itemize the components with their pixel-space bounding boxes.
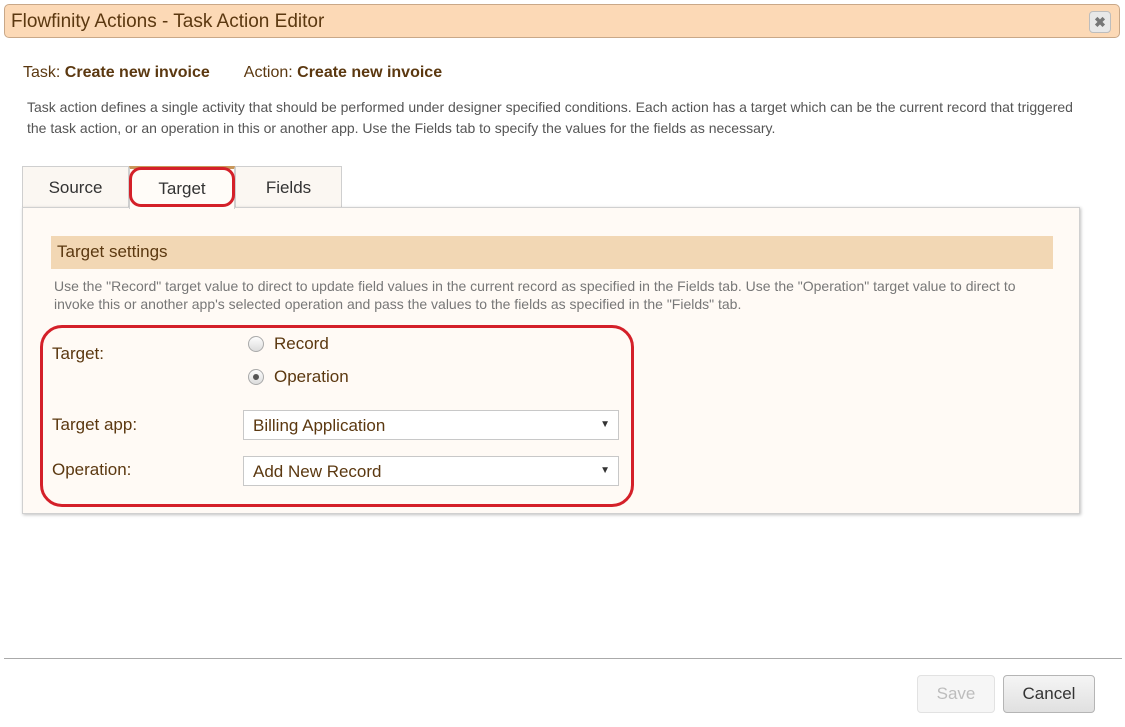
dropdown-arrow-icon: ▼ <box>600 465 610 476</box>
target-app-select[interactable]: Billing Application ▼ <box>243 410 619 440</box>
target-app-label: Target app: <box>52 415 138 434</box>
close-icon: ✖ <box>1094 14 1106 30</box>
dropdown-arrow-icon: ▼ <box>600 419 610 430</box>
close-button[interactable]: ✖ <box>1089 11 1111 33</box>
radio-button-unchecked[interactable] <box>248 336 264 352</box>
task-label: Task: <box>23 64 61 81</box>
radio-record-label: Record <box>274 334 329 353</box>
task-description: Task action defines a single activity th… <box>27 99 1073 136</box>
section-description: Use the "Record" target value to direct … <box>54 278 1016 312</box>
section-heading: Target settings <box>51 236 1053 269</box>
cancel-button[interactable]: Cancel <box>1003 675 1095 713</box>
operation-label: Operation: <box>52 460 132 479</box>
action-label: Action: <box>243 64 293 81</box>
task-info: Task: Create new invoice Action: Create … <box>23 64 442 82</box>
title-bar: Flowfinity Actions - Task Action Editor … <box>4 4 1120 38</box>
radio-button-checked[interactable] <box>248 369 264 385</box>
target-label: Target: <box>52 344 104 363</box>
task-value: Create new invoice <box>64 64 210 81</box>
radio-record[interactable]: Record <box>248 334 329 354</box>
operation-select[interactable]: Add New Record ▼ <box>243 456 619 486</box>
tab-target[interactable]: Target <box>129 166 235 209</box>
radio-operation-label: Operation <box>274 367 349 386</box>
target-app-value: Billing Application <box>253 416 386 435</box>
footer-divider <box>4 658 1122 659</box>
window-title: Flowfinity Actions - Task Action Editor <box>11 11 325 32</box>
radio-operation[interactable]: Operation <box>248 367 349 387</box>
operation-value: Add New Record <box>253 462 382 481</box>
tab-source[interactable]: Source <box>22 166 129 208</box>
tab-fields[interactable]: Fields <box>235 166 342 208</box>
target-panel: Target settings Use the "Record" target … <box>22 207 1080 514</box>
save-button[interactable]: Save <box>917 675 995 713</box>
action-value: Create new invoice <box>297 64 443 81</box>
